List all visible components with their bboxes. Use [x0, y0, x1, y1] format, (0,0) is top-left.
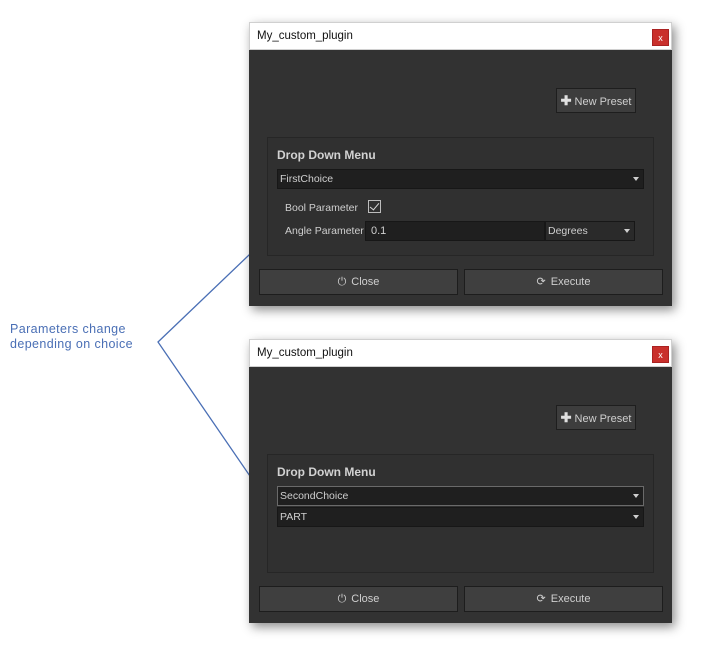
execute-button[interactable]: ⟳ Execute	[464, 586, 663, 612]
chevron-down-icon	[624, 229, 630, 233]
power-icon: ⏻	[337, 276, 347, 288]
window-title: My_custom_plugin	[257, 30, 353, 42]
angle-parameter-label: Angle Parameter	[285, 225, 364, 237]
annotation-text: Parameters change depending on choice	[10, 322, 160, 352]
chevron-down-icon	[633, 515, 639, 519]
bool-parameter-label: Bool Parameter	[285, 202, 358, 214]
execute-button-label: Execute	[550, 593, 591, 605]
drop-down-menu-group: Drop Down Menu SecondChoice PART	[267, 454, 654, 573]
choice-dropdown[interactable]: SecondChoice	[277, 486, 644, 506]
plugin-window-second-choice: My_custom_plugin x ✚ New Preset Drop Down…	[249, 339, 672, 623]
new-preset-label: New Preset	[574, 96, 632, 108]
refresh-icon: ⟳	[536, 593, 546, 605]
new-preset-button[interactable]: ✚ New Preset	[556, 88, 636, 113]
bool-parameter-checkbox[interactable]	[368, 200, 381, 213]
part-dropdown[interactable]: PART	[277, 507, 644, 527]
choice-dropdown[interactable]: FirstChoice	[277, 169, 644, 189]
window-close-button[interactable]: x	[652, 346, 669, 363]
plugin-window-first-choice: My_custom_plugin x ✚ New Preset Drop Down…	[249, 22, 672, 306]
angle-parameter-input[interactable]: 0.1	[365, 221, 545, 241]
execute-button-label: Execute	[550, 276, 591, 288]
group-title: Drop Down Menu	[277, 465, 376, 479]
close-button-label: Close	[351, 593, 380, 605]
part-dropdown-value: PART	[280, 511, 308, 523]
drop-down-menu-group: Drop Down Menu FirstChoice Bool Paramete…	[267, 137, 654, 256]
title-bar: My_custom_plugin x	[249, 339, 672, 367]
new-preset-label: New Preset	[574, 413, 632, 425]
choice-dropdown-value: FirstChoice	[280, 173, 334, 185]
new-preset-button[interactable]: ✚ New Preset	[556, 405, 636, 430]
refresh-icon: ⟳	[536, 276, 546, 288]
chevron-down-icon	[633, 494, 639, 498]
angle-unit-dropdown[interactable]: Degrees	[545, 221, 635, 241]
power-icon: ⏻	[337, 593, 347, 605]
chevron-down-icon	[633, 177, 639, 181]
window-close-button[interactable]: x	[652, 29, 669, 46]
group-title: Drop Down Menu	[277, 148, 376, 162]
annotation-line-1: Parameters change	[10, 322, 126, 336]
plus-icon: ✚	[560, 410, 572, 425]
close-button[interactable]: ⏻ Close	[259, 586, 458, 612]
execute-button[interactable]: ⟳ Execute	[464, 269, 663, 295]
plus-icon: ✚	[560, 93, 572, 108]
close-button[interactable]: ⏻ Close	[259, 269, 458, 295]
window-title: My_custom_plugin	[257, 347, 353, 359]
title-bar: My_custom_plugin x	[249, 22, 672, 50]
choice-dropdown-value: SecondChoice	[280, 490, 349, 502]
angle-unit-value: Degrees	[548, 225, 588, 237]
annotation-line-2: depending on choice	[10, 337, 133, 351]
close-button-label: Close	[351, 276, 380, 288]
